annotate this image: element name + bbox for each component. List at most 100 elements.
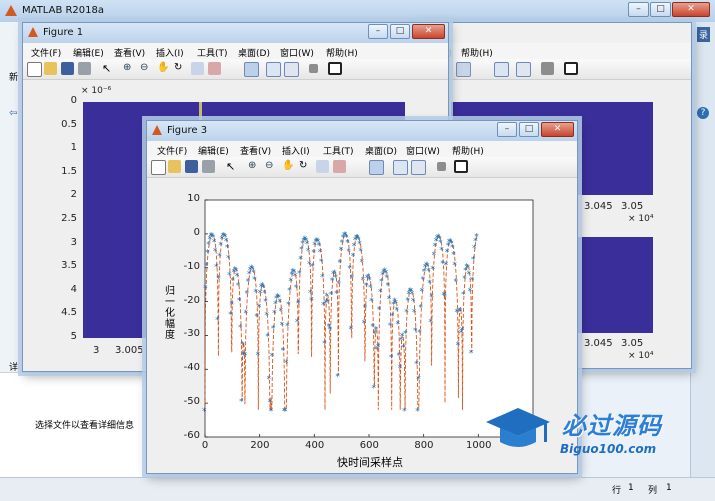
fig3-link-icon[interactable] [369,160,384,175]
fig3-zoom-in-icon[interactable]: ⊕ [248,160,261,173]
fig3-marker: * [295,318,300,328]
fig3-marker: * [404,308,409,318]
fig3-maximize-button[interactable]: □ [519,122,539,137]
fig1-open-icon[interactable] [44,62,57,75]
fig1-new-icon[interactable] [27,62,42,77]
fig1-matlab-icon [28,27,38,37]
fig1-datacursor-icon[interactable] [191,62,204,75]
fig2-hide-tools-icon[interactable] [541,62,554,75]
fig3-brush-icon[interactable] [333,160,346,173]
fig1-close-button[interactable]: ✕ [412,24,445,39]
fig3-menu-desktop[interactable]: 桌面(D) [365,144,397,157]
fig1-ytick: 4.5 [61,307,77,319]
fig3-menu-view[interactable]: 查看(V) [240,144,271,157]
fig3-marker: * [309,296,314,306]
fig1-zoom-in-icon[interactable]: ⊕ [123,62,136,75]
fig1-ytick: 2 [70,189,77,201]
fig1-menu-edit[interactable]: 编辑(E) [73,46,104,59]
fig1-exponent-label: × 10⁻⁶ [81,86,112,96]
fig2-menu-help[interactable]: 帮助(H) [461,46,493,59]
fig1-menu-tools[interactable]: 工具(T) [197,46,228,59]
fig1-print-icon[interactable] [78,62,91,75]
figure1-toolbar: ↖ ⊕ ⊖ ✋ ↻ [23,59,448,80]
help-icon[interactable]: ? [697,107,709,119]
fig1-menu-view[interactable]: 查看(V) [114,46,145,59]
fig3-menu-window[interactable]: 窗口(W) [406,144,440,157]
fig3-zoom-out-icon[interactable]: ⊖ [265,160,278,173]
figure1-menubar: 文件(F) 编辑(E) 查看(V) 插入(I) 工具(T) 桌面(D) 窗口(W… [23,43,448,59]
fig1-link-icon[interactable] [244,62,259,77]
fig1-menu-insert[interactable]: 插入(I) [156,46,184,59]
fig1-menu-desktop[interactable]: 桌面(D) [238,46,270,59]
fig1-xtick: 3.005 [115,345,144,356]
main-maximize-button[interactable]: □ [650,2,671,17]
fig3-marker: * [474,233,479,243]
fig3-dock-icon[interactable] [454,160,468,173]
fig2-brush-icon[interactable] [456,62,471,77]
fig1-pan-icon[interactable]: ✋ [157,62,170,75]
fig3-pointer-icon[interactable]: ↖ [226,160,239,173]
fig3-marker: * [267,375,272,385]
fig1-colorbar-icon[interactable] [266,62,281,77]
fig1-rotate-icon[interactable]: ↻ [174,62,187,75]
fig3-ytick: -40 [183,362,200,374]
fig1-menu-file[interactable]: 文件(F) [31,46,61,59]
fig1-legend-icon[interactable] [284,62,299,77]
fig3-marker: * [204,262,209,272]
fig3-rotate-icon[interactable]: ↻ [299,160,312,173]
fig3-marker: * [396,320,401,330]
fig3-menu-edit[interactable]: 编辑(E) [198,144,229,157]
fig3-close-button[interactable]: ✕ [541,122,574,137]
fig3-new-icon[interactable] [151,160,166,175]
fig3-menu-insert[interactable]: 插入(I) [282,144,310,157]
fig1-pointer-icon[interactable]: ↖ [102,62,115,75]
fig3-pan-icon[interactable]: ✋ [282,160,295,173]
fig3-marker: * [283,407,288,417]
watermark: 必过源码 Biguo100.com [478,404,703,464]
fig3-menu-file[interactable]: 文件(F) [157,144,187,157]
fig1-dock-icon[interactable] [328,62,342,75]
fig1-maximize-button[interactable]: □ [390,24,410,39]
fig3-datacursor-icon[interactable] [316,160,329,173]
fig3-minimize-button[interactable]: – [497,122,517,137]
fig3-menu-help[interactable]: 帮助(H) [452,144,484,157]
fig3-menu-tools[interactable]: 工具(T) [323,144,354,157]
fig1-xtick: 3 [93,345,100,356]
fig3-marker: * [237,297,242,307]
fig3-marker: * [431,265,436,275]
fig3-marker: * [394,306,399,316]
fig3-hide-tools-icon[interactable] [437,162,446,171]
fig1-ytick: 3 [70,236,77,248]
fig3-open-icon[interactable] [168,160,181,173]
fig1-ytick: 0 [70,95,77,106]
fig3-colorbar-icon[interactable] [393,160,408,175]
main-minimize-button[interactable]: – [628,2,649,17]
col-label: 列 [648,486,658,496]
fig3-marker: * [378,288,383,298]
back-arrow-icon[interactable]: ⇦ [9,108,17,119]
fig3-marker: * [252,276,257,286]
fig2-dock-icon[interactable] [564,62,578,75]
status-bar [0,477,715,501]
fig3-xtick: 0 [201,440,209,451]
fig3-marker: * [284,359,289,369]
fig3-marker: * [244,309,249,319]
fig1-brush-icon[interactable] [208,62,221,75]
fig2-colorbar-icon[interactable] [494,62,509,77]
fig1-save-icon[interactable] [61,62,74,75]
fig3-xtick: 400 [305,440,325,451]
fig3-xtick: 800 [414,440,434,451]
fig3-marker: * [238,324,243,334]
fig1-zoom-out-icon[interactable]: ⊖ [140,62,153,75]
fig1-hide-tools-icon[interactable] [309,64,318,73]
fig3-legend-icon[interactable] [411,160,426,175]
main-close-button[interactable]: ✕ [672,2,710,17]
fig1-menu-help[interactable]: 帮助(H) [326,46,358,59]
fig3-ylabel: 归一化幅度 [165,286,175,341]
fig3-save-icon[interactable] [185,160,198,173]
fig2-legend-icon[interactable] [516,62,531,77]
fig1-minimize-button[interactable]: – [368,24,388,39]
fig1-menu-window[interactable]: 窗口(W) [280,46,314,59]
right-strip-label[interactable]: 录 [697,27,711,42]
fig3-print-icon[interactable] [202,160,215,173]
